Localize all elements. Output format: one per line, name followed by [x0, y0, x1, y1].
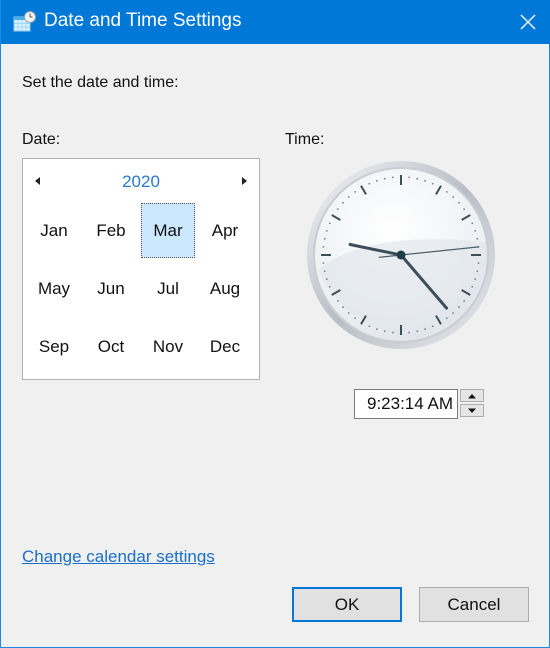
- minute-dot: [323, 270, 326, 273]
- minute-dot: [375, 328, 378, 331]
- minute-dot: [463, 299, 466, 302]
- minute-dot: [431, 325, 434, 328]
- minute-dot: [391, 331, 394, 334]
- month-nov[interactable]: Nov: [141, 319, 195, 374]
- minute-dot: [342, 306, 344, 309]
- minute-dot: [424, 328, 427, 331]
- minute-dot: [354, 190, 357, 193]
- month-mar[interactable]: Mar: [141, 203, 195, 258]
- change-calendar-settings-link[interactable]: Change calendar settings: [22, 547, 215, 567]
- month-oct[interactable]: Oct: [84, 319, 138, 374]
- next-year-button[interactable]: [238, 175, 250, 187]
- month-feb[interactable]: Feb: [84, 203, 138, 258]
- minute-dot: [476, 270, 479, 273]
- minute-dot: [383, 177, 386, 180]
- month-jan[interactable]: Jan: [27, 203, 81, 258]
- minute-dot: [322, 245, 325, 248]
- calendar-year[interactable]: 2020: [23, 172, 259, 192]
- minute-dot: [328, 222, 331, 225]
- minute-dot: [445, 190, 448, 193]
- minute-dot: [391, 176, 394, 179]
- close-icon: [520, 14, 536, 30]
- time-increment-button[interactable]: [460, 389, 484, 402]
- minute-dot: [328, 285, 331, 288]
- month-dec[interactable]: Dec: [198, 319, 252, 374]
- date-time-settings-window: Date and Time Settings Set the date and …: [0, 0, 550, 648]
- minute-dot: [471, 222, 474, 225]
- minute-dot: [368, 182, 371, 185]
- cancel-button[interactable]: Cancel: [419, 587, 529, 622]
- triangle-up-icon: [468, 393, 476, 398]
- minute-dot: [416, 330, 419, 333]
- month-jun[interactable]: Jun: [84, 261, 138, 316]
- minute-dot: [336, 208, 339, 211]
- minute-dot: [368, 325, 371, 328]
- minute-dot: [408, 176, 411, 179]
- minute-dot: [431, 182, 434, 185]
- time-input[interactable]: 9:23:14 AM: [354, 389, 458, 419]
- minute-dot: [458, 201, 460, 204]
- minute-dot: [463, 208, 466, 211]
- date-label: Date:: [22, 131, 61, 148]
- month-may[interactable]: May: [27, 261, 81, 316]
- instruction-text: Set the date and time:: [22, 74, 179, 91]
- minute-dot: [452, 312, 455, 314]
- ok-button[interactable]: OK: [292, 587, 402, 622]
- minute-dot: [347, 196, 350, 198]
- minute-dot: [408, 331, 411, 334]
- calendar-clock-icon: [13, 11, 36, 32]
- minute-dot: [458, 306, 460, 309]
- minute-dot: [424, 179, 427, 182]
- minute-dot: [416, 177, 419, 180]
- title-bar: Date and Time Settings: [1, 0, 550, 44]
- analog-clock: [307, 161, 495, 349]
- minute-dot: [445, 317, 448, 320]
- minute-dot: [375, 179, 378, 182]
- month-sep[interactable]: Sep: [27, 319, 81, 374]
- minute-dot: [474, 278, 477, 281]
- close-button[interactable]: [505, 0, 550, 44]
- month-calendar: 2020 Jan Feb Mar Apr May Jun Jul Aug Sep…: [22, 158, 260, 380]
- minute-dot: [325, 278, 328, 281]
- minute-dot: [474, 229, 477, 232]
- time-decrement-button[interactable]: [460, 404, 484, 417]
- minute-dot: [452, 196, 455, 198]
- minute-dot: [342, 201, 344, 204]
- minute-dot: [383, 330, 386, 333]
- triangle-down-icon: [468, 408, 476, 413]
- minute-dot: [477, 262, 480, 265]
- clock-hub: [396, 250, 406, 260]
- window-title: Date and Time Settings: [44, 10, 242, 31]
- time-label: Time:: [285, 131, 325, 148]
- minute-dot: [325, 229, 328, 232]
- minute-dot: [347, 312, 350, 314]
- minute-dot: [323, 237, 326, 240]
- minute-dot: [476, 237, 479, 240]
- month-aug[interactable]: Aug: [198, 261, 252, 316]
- month-jul[interactable]: Jul: [141, 261, 195, 316]
- minute-dot: [354, 317, 357, 320]
- triangle-right-icon: [242, 177, 247, 185]
- minute-dot: [336, 299, 339, 302]
- minute-dot: [322, 262, 325, 265]
- minute-dot: [471, 285, 474, 288]
- month-apr[interactable]: Apr: [198, 203, 252, 258]
